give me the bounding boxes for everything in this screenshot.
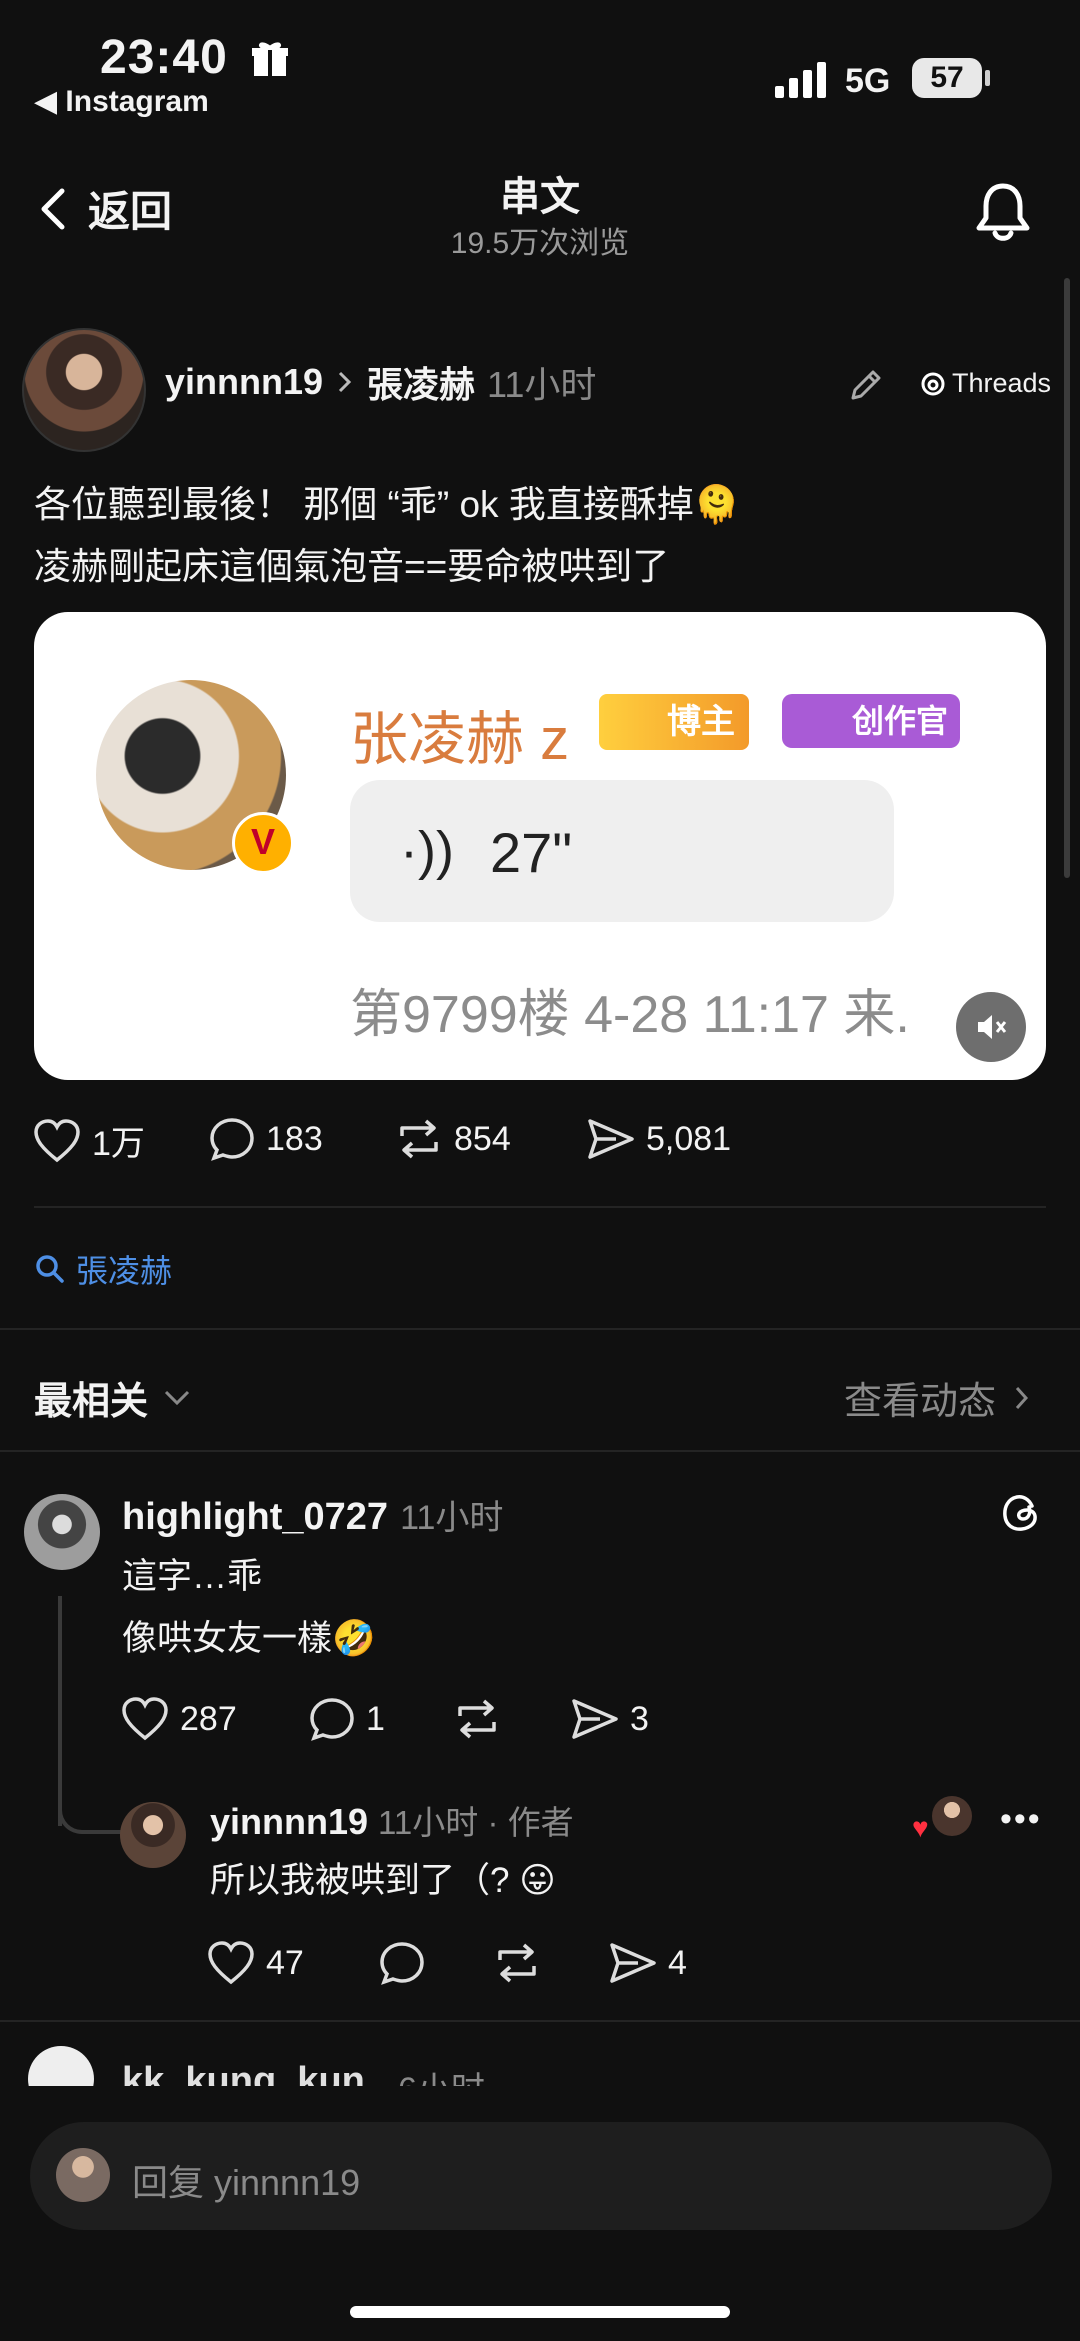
mute-icon[interactable] xyxy=(956,992,1026,1062)
repost-icon xyxy=(498,1943,536,1983)
send-icon xyxy=(572,1699,618,1739)
creator-badge: 创作官 xyxy=(782,694,960,748)
post-text-line: 各位聽到最後！ 那個 “乖” ok 我直接酥掉🫠 xyxy=(34,484,740,525)
reply-share-button[interactable]: 4 xyxy=(608,1940,687,1986)
view-count: 19.5万次浏览 xyxy=(450,227,630,260)
comment-count: 183 xyxy=(266,1119,323,1158)
heart-icon xyxy=(208,1941,254,1985)
pencil-icon[interactable] xyxy=(845,364,887,411)
like-count: 1万 xyxy=(92,1125,145,1163)
comment-header: highlight_0727 11小时 xyxy=(122,1490,503,1539)
chevron-right-icon xyxy=(338,371,352,393)
post-body: 各位聽到最後！ 那個 “乖” ok 我直接酥掉🫠 凌赫剛起床這個氣泡音==要命被… xyxy=(34,474,1034,598)
threads-icon[interactable] xyxy=(998,1490,1044,1541)
reply-share-count: 4 xyxy=(668,1943,687,1982)
voice-length: 27" xyxy=(490,821,573,884)
reply-author-avatar[interactable] xyxy=(120,1802,186,1868)
status-time: 23:40 xyxy=(100,31,228,84)
share-count: 5,081 xyxy=(646,1119,732,1158)
reply-comment-button[interactable] xyxy=(378,1940,426,1986)
reply-like-count: 47 xyxy=(266,1943,304,1982)
comment-time: 11小时 xyxy=(400,1499,504,1537)
comment-icon xyxy=(310,1698,354,1741)
post-media-image[interactable]: V 张凌赫 z 博主 创作官 ·)) 27" 第9799楼 4-28 11:17… xyxy=(34,612,1046,1080)
comment-like-count: 287 xyxy=(180,1699,237,1738)
comment-share-button[interactable]: 3 xyxy=(570,1696,649,1742)
voice-message: ·)) 27" xyxy=(350,780,894,922)
page-title: 串文 xyxy=(500,175,580,219)
liked-by-author-indicator: ♥ xyxy=(912,1796,972,1843)
post-text-line: 凌赫剛起床這個氣泡音==要命被哄到了 xyxy=(34,546,670,587)
liker-avatar xyxy=(932,1796,972,1836)
sort-dropdown[interactable]: 最相关 xyxy=(34,1370,192,1425)
post-topic-tag[interactable]: 張凌赫 xyxy=(367,356,475,408)
network-type: 5G xyxy=(845,62,891,100)
chevron-down-icon xyxy=(164,1390,190,1405)
post-author-avatar[interactable] xyxy=(22,328,146,452)
reply-time: 11小时 · 作者 xyxy=(378,1804,574,1841)
send-icon xyxy=(610,1943,656,1983)
commenter-avatar[interactable] xyxy=(24,1494,100,1570)
comment-like-button[interactable]: 287 xyxy=(120,1696,237,1742)
threads-logo-icon xyxy=(921,372,945,395)
post-time: 11小时 xyxy=(487,364,597,405)
comment-reply-count: 1 xyxy=(366,1699,385,1738)
more-options-button[interactable]: ••• xyxy=(1000,1800,1042,1839)
comment-reply-button[interactable]: 1 xyxy=(308,1696,385,1742)
reply-repost-button[interactable] xyxy=(492,1940,542,1986)
activity-label: 查看动态 xyxy=(844,1381,997,1423)
heart-icon xyxy=(34,1118,80,1162)
topic-link[interactable]: 張凌赫 xyxy=(34,1246,172,1292)
sound-wave-icon: ·)) xyxy=(400,821,454,881)
repost-button[interactable]: 854 xyxy=(394,1116,511,1162)
post-username[interactable]: yinnnn19 xyxy=(165,361,323,403)
verified-badge-icon: V xyxy=(232,812,294,874)
chevron-right-icon xyxy=(1015,1386,1029,1409)
share-button[interactable]: 5,081 xyxy=(586,1116,731,1162)
notification-bell-icon[interactable] xyxy=(974,180,1032,247)
reply-username[interactable]: yinnnn19 xyxy=(210,1801,368,1843)
topic-label: 張凌赫 xyxy=(76,1253,173,1289)
view-activity-link[interactable]: 查看动态 xyxy=(844,1370,1030,1425)
comment-text-line: 這字…乖 xyxy=(122,1557,263,1596)
signal-icon xyxy=(775,62,831,98)
like-button[interactable]: 1万 xyxy=(32,1116,145,1165)
current-user-avatar xyxy=(56,2148,110,2202)
heart-filled-icon: ♥ xyxy=(912,1812,929,1843)
post-header: yinnnn19 張凌赫 11小时 xyxy=(165,356,596,408)
comment-icon xyxy=(210,1118,254,1161)
repost-icon xyxy=(400,1119,438,1159)
search-icon xyxy=(36,1255,64,1283)
comment-text-line: 像哄女友一樣🤣 xyxy=(122,1619,376,1658)
reply-like-button[interactable]: 47 xyxy=(206,1940,304,1986)
sort-label: 最相关 xyxy=(34,1381,149,1423)
reply-placeholder: 回复 yinnnn19 xyxy=(132,2162,361,2203)
floor-info: 第9799楼 4-28 11:17 来. xyxy=(350,986,910,1044)
battery-indicator: 57 xyxy=(912,58,990,98)
thread-connector-curve xyxy=(58,1790,122,1834)
embedded-username: 张凌赫 z xyxy=(350,707,570,772)
home-indicator[interactable] xyxy=(350,2306,730,2318)
repost-count: 854 xyxy=(454,1119,511,1158)
comment-username[interactable]: highlight_0727 xyxy=(122,1496,388,1539)
blogger-badge: 博主 xyxy=(599,694,749,750)
comment-icon xyxy=(380,1942,424,1985)
reply-text: 所以我被哄到了（? 😛 xyxy=(210,1861,556,1900)
gift-icon xyxy=(250,38,290,78)
comment-repost-button[interactable] xyxy=(452,1696,502,1742)
back-to-app-link[interactable]: ◀ Instagram xyxy=(34,84,209,119)
repost-icon xyxy=(458,1699,496,1739)
threads-label: Threads xyxy=(952,368,1052,398)
threads-link[interactable]: Threads xyxy=(920,368,1051,399)
heart-icon xyxy=(122,1697,168,1741)
scrollbar[interactable] xyxy=(1064,278,1070,878)
divider xyxy=(34,1206,1046,1208)
send-icon xyxy=(588,1119,634,1159)
comment-button[interactable]: 183 xyxy=(208,1116,323,1162)
comment-share-count: 3 xyxy=(630,1699,649,1738)
reply-header: yinnnn19 11小时 · 作者 xyxy=(210,1796,574,1844)
